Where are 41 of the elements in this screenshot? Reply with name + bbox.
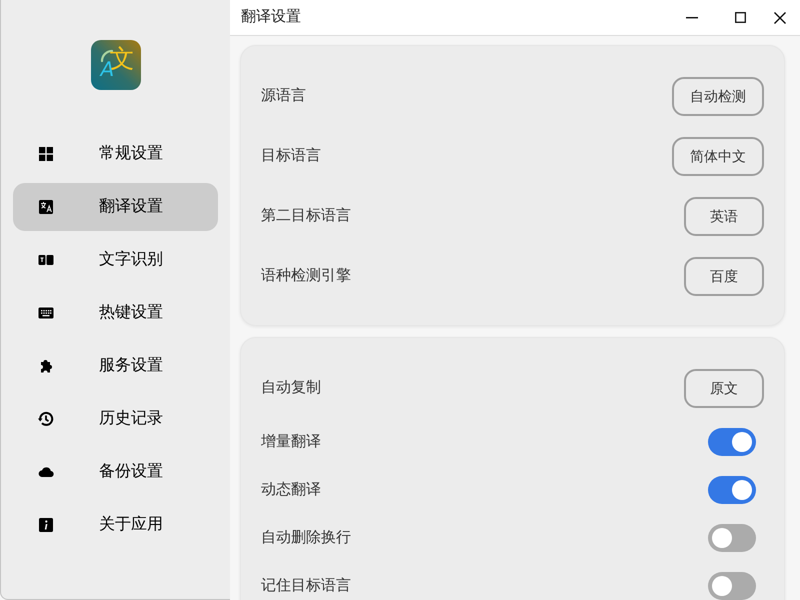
sidebar-item[interactable]: 关于应用 [13,501,218,549]
setting-label: 记住目标语言 [261,576,351,596]
sidebar-item[interactable]: 常规设置 [13,130,218,178]
minimize-icon [686,16,698,18]
sidebar-item[interactable]: 翻译设置 [13,183,218,231]
puzzle-icon [38,358,54,374]
window-title: 翻译设置 [240,7,302,28]
setting-label: 源语言 [261,86,306,106]
history-icon [38,411,54,427]
text-card-icon [38,252,54,268]
setting-label: 目标语言 [261,146,321,166]
close-icon [774,12,786,24]
select-button[interactable]: 自动检测 [672,76,764,116]
toggle-switch[interactable] [708,572,756,600]
sidebar-item[interactable]: 历史记录 [13,395,218,443]
select-button[interactable]: 原文 [684,368,764,408]
toggle-switch[interactable] [708,524,756,552]
toggle-switch[interactable] [708,476,756,504]
toggle-knob-icon [712,576,732,596]
select-button[interactable]: 百度 [684,256,764,296]
keyboard-icon [38,305,54,321]
grid-icon [38,146,54,162]
translate-icon [38,199,54,215]
sidebar-item[interactable]: 备份设置 [13,448,218,496]
setting-label: 第二目标语言 [261,206,351,226]
sidebar-item[interactable]: 服务设置 [13,342,218,390]
sidebar-item[interactable]: 热键设置 [13,289,218,337]
select-button[interactable]: 简体中文 [672,136,764,176]
toggle-knob-icon [732,432,752,452]
setting-label: 自动复制 [261,378,321,398]
info-icon [38,517,54,533]
setting-label: 自动删除换行 [261,528,351,548]
sidebar-item[interactable]: 文字识别 [13,236,218,284]
toggle-knob-icon [732,480,752,500]
maximize-icon [734,12,746,23]
select-button[interactable]: 英语 [684,196,764,236]
toggle-knob-icon [712,528,732,548]
setting-label: 语种检测引擎 [261,266,351,286]
toggle-switch[interactable] [708,428,756,456]
setting-label: 动态翻译 [261,480,321,500]
setting-label: 增量翻译 [261,432,321,452]
